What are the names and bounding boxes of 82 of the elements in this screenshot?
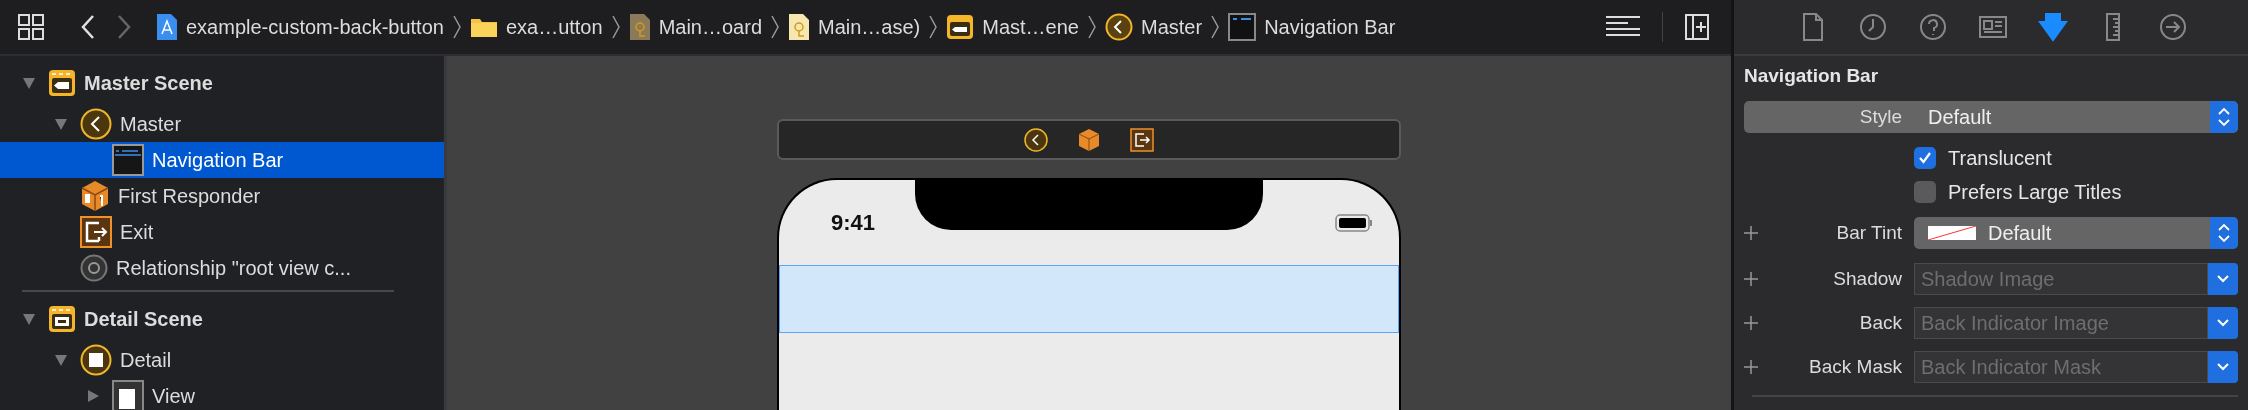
dropdown-button[interactable] xyxy=(2208,263,2238,295)
chevron-down-icon xyxy=(2216,362,2230,372)
folder-icon xyxy=(469,16,498,38)
outline-item[interactable]: Detail Scene xyxy=(0,296,444,342)
add-variation-icon[interactable] xyxy=(1744,226,1758,240)
back-chevron-circle-icon[interactable] xyxy=(1024,127,1048,152)
navigation-bar-icon xyxy=(1228,13,1257,41)
scene-icon xyxy=(946,14,975,40)
disclosure-triangle-icon[interactable] xyxy=(22,312,36,326)
dropdown-button[interactable] xyxy=(2208,351,2238,383)
attributes-inspector-tab[interactable] xyxy=(2038,12,2068,42)
outline-list-icon[interactable] xyxy=(1606,15,1640,39)
breadcrumb[interactable]: Main…oard xyxy=(628,13,762,41)
add-variation-icon[interactable] xyxy=(1744,360,1758,374)
outline-item[interactable]: Relationship "root view c... xyxy=(0,250,444,286)
exit-icon xyxy=(80,216,112,248)
add-editor-icon[interactable] xyxy=(1685,14,1709,40)
dropdown-button[interactable] xyxy=(2208,307,2238,339)
chevron-down-icon xyxy=(2216,274,2230,284)
color-swatch-icon xyxy=(1928,226,1976,240)
help-inspector-tab[interactable] xyxy=(1918,12,1948,42)
add-variation-icon[interactable] xyxy=(1744,316,1758,330)
disclosure-triangle-icon[interactable] xyxy=(54,353,68,367)
breadcrumb[interactable]: Master xyxy=(1105,13,1203,41)
path-separator-icon xyxy=(1210,14,1221,40)
history-inspector-tab[interactable] xyxy=(1858,12,1888,42)
field-label: Shadow xyxy=(1833,268,1902,289)
breadcrumb[interactable]: Mast…ene xyxy=(946,14,1079,40)
path-separator-icon xyxy=(610,14,621,40)
checkmark-icon xyxy=(1917,150,1933,166)
breadcrumb[interactable]: exa…utton xyxy=(469,15,603,39)
disclosure-triangle-icon[interactable] xyxy=(86,389,100,403)
back-chevron-circle-icon xyxy=(80,108,112,140)
back-chevron-circle-icon xyxy=(1105,13,1133,41)
outline-item[interactable]: Navigation Bar xyxy=(0,142,444,178)
stepper-arrows-icon xyxy=(2217,223,2231,243)
image-field[interactable]: Back Indicator Mask xyxy=(1914,351,2208,383)
outline-item[interactable]: Master Scene xyxy=(0,60,444,106)
path-separator-icon xyxy=(451,14,462,40)
image-field[interactable]: Back Indicator Image xyxy=(1914,307,2208,339)
image-field[interactable]: Shadow Image xyxy=(1914,263,2208,295)
add-variation-icon[interactable] xyxy=(1744,272,1758,286)
path-separator-icon xyxy=(1087,14,1097,40)
status-time: 9:41 xyxy=(831,210,876,237)
section-title: Navigation Bar xyxy=(1744,65,1880,87)
field-label: Back Mask xyxy=(1809,356,1902,377)
stepper-arrows-icon xyxy=(2217,107,2231,127)
scene-icon xyxy=(48,69,76,97)
battery-icon xyxy=(1335,213,1373,234)
square-circle-icon xyxy=(80,344,112,376)
checkbox[interactable]: Translucent xyxy=(1914,146,2238,170)
field-label: Style xyxy=(1859,106,1902,127)
outline-item[interactable]: Master xyxy=(0,106,444,142)
chevron-down-icon xyxy=(2216,318,2230,328)
document-icon xyxy=(156,13,178,41)
field-label: Bar Tint xyxy=(1836,222,1902,243)
scene-icon xyxy=(48,305,76,333)
back-icon[interactable] xyxy=(80,14,96,40)
checkbox[interactable]: Prefers Large Titles xyxy=(1914,180,2238,204)
forward-icon[interactable] xyxy=(116,14,132,40)
disclosure-triangle-icon[interactable] xyxy=(22,76,36,90)
breadcrumb[interactable]: Navigation Bar xyxy=(1228,13,1396,41)
storyboard-file-icon xyxy=(788,13,810,41)
breadcrumb[interactable]: example-custom-back-button xyxy=(156,13,444,41)
cube-icon[interactable] xyxy=(1078,127,1100,152)
path-separator-icon xyxy=(770,14,780,40)
field-label: Back xyxy=(1859,312,1902,333)
cube-icon xyxy=(80,180,110,212)
popup-button[interactable]: Default xyxy=(1914,217,2238,249)
path-separator-icon xyxy=(928,14,939,40)
exit-icon[interactable] xyxy=(1130,127,1154,152)
navigation-bar-icon xyxy=(112,144,144,176)
breadcrumb[interactable]: Main…ase) xyxy=(788,13,921,41)
storyboard-file-icon xyxy=(628,13,651,41)
outline-item[interactable]: First Responder xyxy=(0,178,444,214)
disclosure-triangle-icon[interactable] xyxy=(54,117,68,131)
outline-item[interactable]: Detail xyxy=(0,342,444,378)
ring-icon xyxy=(80,254,108,282)
outline-item[interactable]: Exit xyxy=(0,214,444,250)
outline-item[interactable]: View xyxy=(0,378,444,410)
connections-inspector-tab[interactable] xyxy=(2158,12,2188,42)
related-items-icon[interactable] xyxy=(18,14,44,40)
